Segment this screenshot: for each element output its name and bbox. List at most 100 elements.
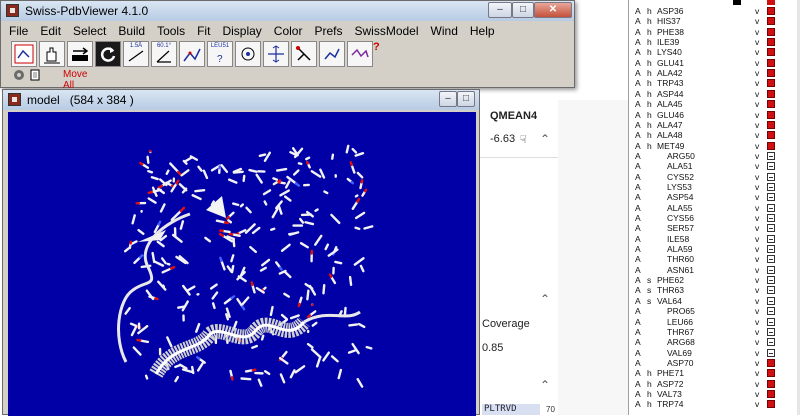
- residue-color-box[interactable]: [767, 193, 775, 201]
- main-titlebar[interactable]: Swiss-PdbViewer 4.1.0 – □ ✕: [1, 1, 574, 21]
- residue-row[interactable]: AILE58v: [629, 234, 800, 244]
- residue-color-box[interactable]: [767, 390, 775, 398]
- layers-icon[interactable]: [13, 69, 25, 81]
- residue-row[interactable]: AhALA48v: [629, 130, 800, 140]
- document-icon[interactable]: [29, 69, 41, 81]
- residue-row[interactable]: AsPHE62v: [629, 275, 800, 285]
- residue-color-box[interactable]: [767, 266, 775, 274]
- residue-color-box[interactable]: [767, 131, 775, 139]
- zoom-tool[interactable]: [67, 41, 93, 67]
- residue-row[interactable]: AASP70v: [629, 358, 800, 368]
- residue-color-box[interactable]: [767, 7, 775, 15]
- menu-swissmodel[interactable]: SwissModel: [349, 22, 425, 40]
- residue-color-box[interactable]: [767, 111, 775, 119]
- torsion-tool[interactable]: [179, 41, 205, 67]
- residue-row[interactable]: AhASP36v: [629, 6, 800, 16]
- residue-color-box[interactable]: [767, 90, 775, 98]
- residue-row[interactable]: AhLYS40v: [629, 47, 800, 57]
- model-titlebar[interactable]: model (584 x 384 ) – □: [3, 90, 479, 110]
- residue-color-box[interactable]: [767, 255, 775, 263]
- close-button[interactable]: ✕: [534, 2, 572, 18]
- residue-row[interactable]: AVAL69v: [629, 348, 800, 358]
- residue-color-box[interactable]: [767, 152, 775, 160]
- residue-row[interactable]: AhASP72v: [629, 379, 800, 389]
- residue-row[interactable]: AhGLU41v: [629, 58, 800, 68]
- torsion-select-tool[interactable]: [347, 41, 373, 67]
- residue-color-box[interactable]: [767, 369, 775, 377]
- residue-color-box[interactable]: [767, 318, 775, 326]
- residue-color-box[interactable]: [767, 162, 775, 170]
- residue-row[interactable]: AhHIS37v: [629, 16, 800, 26]
- residue-row[interactable]: AhGLU46v: [629, 110, 800, 120]
- residue-row[interactable]: AhALA42v: [629, 68, 800, 78]
- residue-row[interactable]: AASN61v: [629, 265, 800, 275]
- residue-color-box[interactable]: [767, 349, 775, 357]
- collapse-chevron-icon[interactable]: ⌃: [540, 132, 550, 146]
- residue-color-box[interactable]: [767, 121, 775, 129]
- center-tool[interactable]: [235, 41, 261, 67]
- residue-row[interactable]: AARG50v: [629, 151, 800, 161]
- residue-row[interactable]: ATHR60v: [629, 254, 800, 264]
- menu-select[interactable]: Select: [67, 22, 112, 40]
- distance-tool[interactable]: 1.5Å: [123, 41, 149, 67]
- residue-row[interactable]: AhTRP43v: [629, 78, 800, 88]
- menu-display[interactable]: Display: [216, 22, 267, 40]
- angle-tool[interactable]: 60.1°: [151, 41, 177, 67]
- molecule-viewport[interactable]: [8, 112, 476, 416]
- menu-file[interactable]: File: [3, 22, 34, 40]
- neighbors-tool[interactable]: [263, 41, 289, 67]
- residue-row[interactable]: ACYS52v: [629, 172, 800, 182]
- maximize-button[interactable]: □: [512, 2, 534, 18]
- residue-color-box[interactable]: [767, 28, 775, 36]
- residue-color-box[interactable]: [767, 79, 775, 87]
- residue-color-box[interactable]: [767, 214, 775, 222]
- residue-row[interactable]: ALYS53v: [629, 182, 800, 192]
- menu-fit[interactable]: Fit: [191, 22, 216, 40]
- identify-tool[interactable]: LEU51 ?: [207, 41, 233, 67]
- residue-color-box[interactable]: [767, 338, 775, 346]
- residue-color-box[interactable]: [767, 307, 775, 315]
- residue-color-box[interactable]: [767, 245, 775, 253]
- residue-row[interactable]: APRO65v: [629, 306, 800, 316]
- move-tool[interactable]: [39, 41, 65, 67]
- expand-chevron-icon[interactable]: ⌃: [540, 292, 550, 306]
- residue-color-box[interactable]: [767, 48, 775, 56]
- residue-color-box[interactable]: [767, 380, 775, 388]
- residue-row[interactable]: AhALA45v: [629, 99, 800, 109]
- residue-row[interactable]: ACYS56v: [629, 213, 800, 223]
- model-maximize-button[interactable]: □: [457, 91, 475, 107]
- rotate-sidechain-tool[interactable]: [319, 41, 345, 67]
- residue-row[interactable]: AhASP44v: [629, 89, 800, 99]
- residue-row[interactable]: AALA51v: [629, 161, 800, 171]
- residue-row[interactable]: AARG68v: [629, 337, 800, 347]
- residue-row[interactable]: ASER57v: [629, 223, 800, 233]
- residue-row[interactable]: AALA55v: [629, 203, 800, 213]
- residue-row[interactable]: AsVAL64v: [629, 296, 800, 306]
- menu-wind[interactable]: Wind: [425, 22, 464, 40]
- residue-color-box[interactable]: [767, 59, 775, 67]
- residue-row[interactable]: ALEU66v: [629, 317, 800, 327]
- residue-color-box[interactable]: [767, 276, 775, 284]
- residue-color-box[interactable]: [767, 286, 775, 294]
- mutate-tool[interactable]: [291, 41, 317, 67]
- residue-color-box[interactable]: [767, 359, 775, 367]
- residue-color-box[interactable]: [767, 297, 775, 305]
- residue-row[interactable]: AhVAL73v: [629, 389, 800, 399]
- residue-color-box[interactable]: [767, 204, 775, 212]
- residue-color-box[interactable]: [767, 173, 775, 181]
- menu-tools[interactable]: Tools: [151, 22, 191, 40]
- residue-color-box[interactable]: [767, 17, 775, 25]
- residue-color-box[interactable]: [767, 235, 775, 243]
- residue-color-box[interactable]: [767, 400, 775, 408]
- section-chevron-icon[interactable]: ⌃: [540, 378, 550, 392]
- residue-color-box[interactable]: [767, 38, 775, 46]
- residue-row[interactable]: AhTRP74v: [629, 399, 800, 409]
- menu-help[interactable]: Help: [464, 22, 501, 40]
- residue-color-box[interactable]: [767, 328, 775, 336]
- fit-window-tool[interactable]: [11, 41, 37, 67]
- residue-color-box[interactable]: [767, 183, 775, 191]
- help-icon[interactable]: ?: [373, 41, 380, 53]
- residue-color-box[interactable]: [767, 100, 775, 108]
- menu-prefs[interactable]: Prefs: [308, 22, 348, 40]
- model-minimize-button[interactable]: –: [439, 91, 457, 107]
